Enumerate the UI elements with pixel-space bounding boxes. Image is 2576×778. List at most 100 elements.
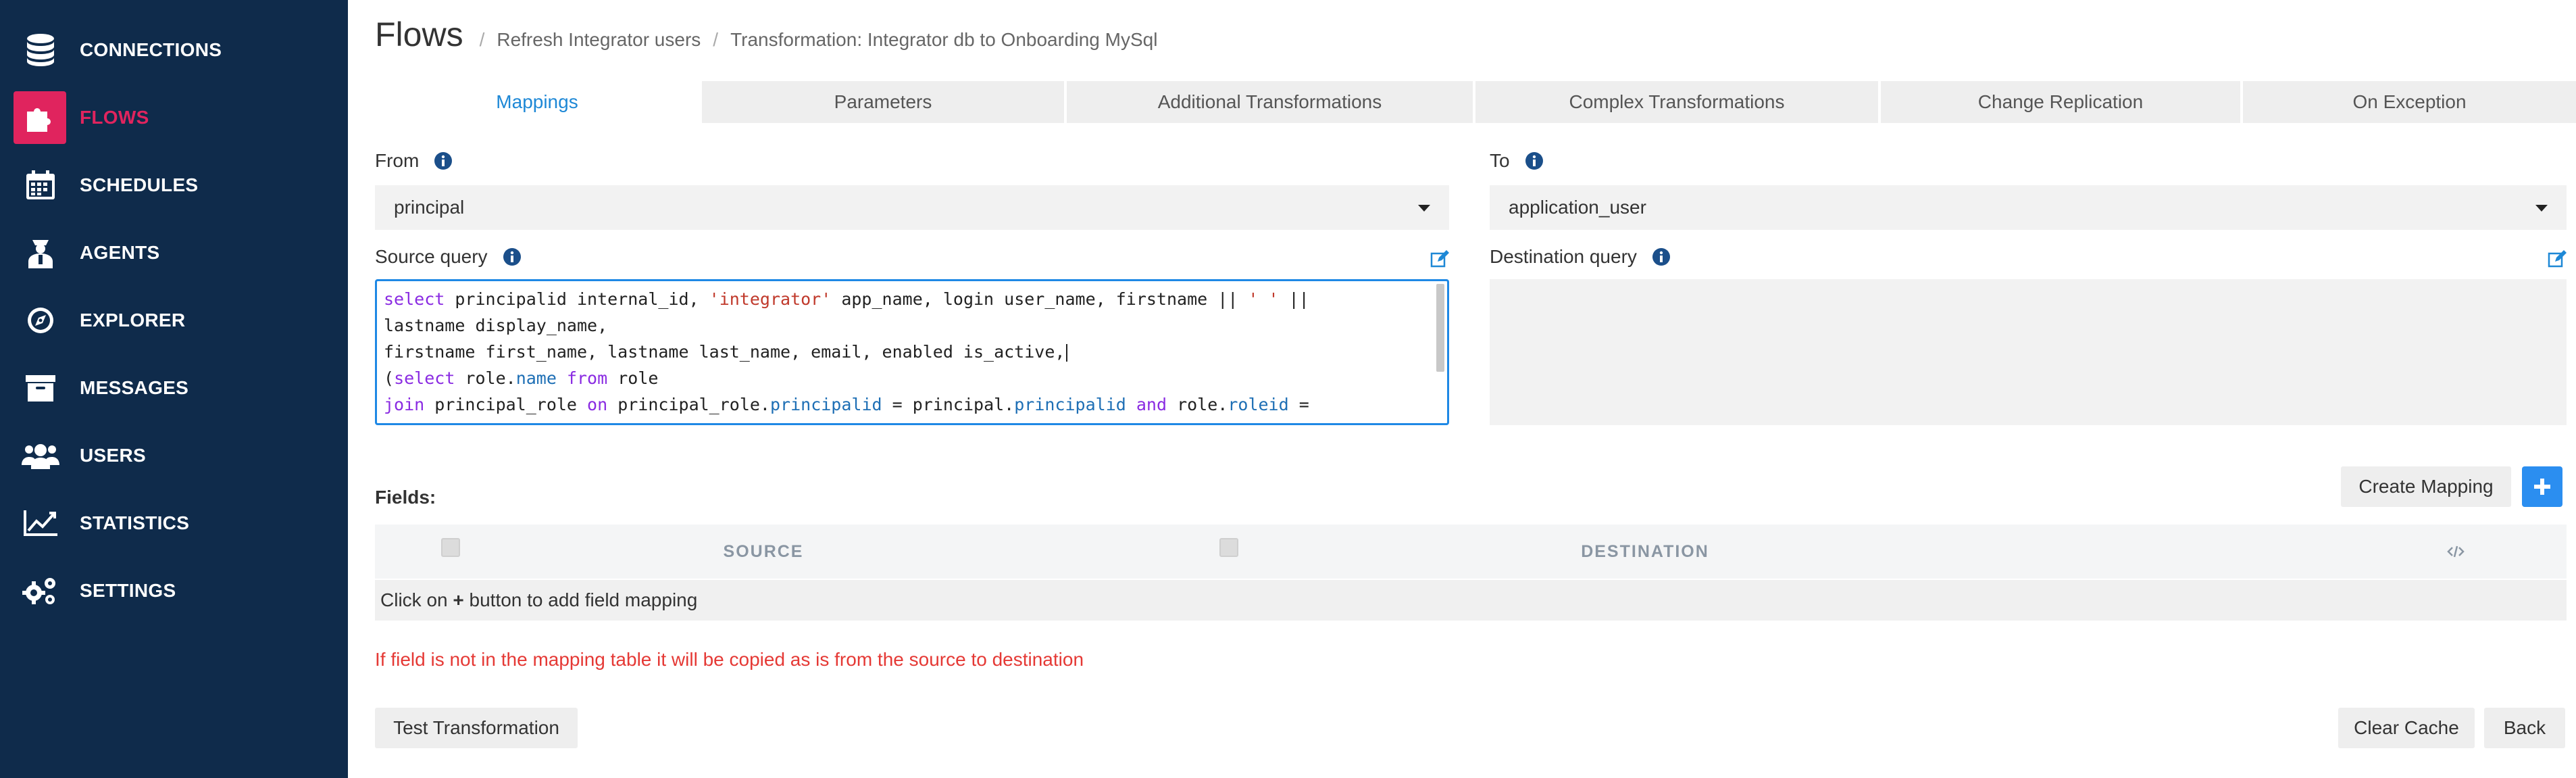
sidebar-item-label: MESSAGES xyxy=(80,377,189,398)
code-keyword: join xyxy=(384,395,425,414)
code-keyword: from xyxy=(556,368,608,388)
users-icon xyxy=(19,434,62,477)
sidebar-item-label: USERS xyxy=(80,445,146,466)
code-text: || xyxy=(1278,289,1309,309)
code-keyword: and xyxy=(1126,395,1167,414)
sidebar-item-settings[interactable]: SETTINGS xyxy=(0,564,348,618)
gears-icon xyxy=(19,569,62,612)
destination-query-label-text: Destination query xyxy=(1490,246,1637,267)
code-keyword: on xyxy=(587,395,608,414)
mapping-table-header: SOURCE DESTINATION xyxy=(375,525,2567,579)
info-icon[interactable] xyxy=(434,151,453,170)
code-text: app_name, login user_name, firstname || xyxy=(831,289,1248,309)
breadcrumb-separator: / xyxy=(479,29,485,50)
test-transformation-button[interactable]: Test Transformation xyxy=(375,708,578,748)
sidebar-item-users[interactable]: USERS xyxy=(0,429,348,483)
sidebar-item-label: STATISTICS xyxy=(80,512,190,533)
code-text: principal_role xyxy=(424,395,588,414)
back-button[interactable]: Back xyxy=(2484,708,2565,748)
sidebar-item-connections[interactable]: CONNECTIONS xyxy=(0,23,348,77)
tab-additional-transformations[interactable]: Additional Transformations xyxy=(1064,81,1473,123)
tab-change-replication[interactable]: Change Replication xyxy=(1878,81,2240,123)
code-text: principalid internal_id, xyxy=(445,289,709,309)
compass-icon xyxy=(19,299,62,342)
edit-icon[interactable] xyxy=(1430,250,1449,268)
empty-message-text: button to add field mapping xyxy=(463,589,698,610)
code-text: firstname first_name, lastname last_name… xyxy=(384,342,1065,362)
add-mapping-button[interactable] xyxy=(2522,466,2562,507)
code-text: role. xyxy=(1167,395,1228,414)
info-icon[interactable] xyxy=(1652,247,1671,266)
code-text: lastname display_name, xyxy=(384,316,608,335)
column-header-destination: DESTINATION xyxy=(1581,541,1709,561)
sidebar-item-flows[interactable]: FLOWS xyxy=(0,91,348,145)
from-select-value: principal xyxy=(394,197,465,218)
to-select[interactable]: application_user xyxy=(1490,185,2567,230)
edit-icon[interactable] xyxy=(2548,250,2567,268)
sidebar-item-label: EXPLORER xyxy=(80,310,186,331)
destination-query-editor[interactable] xyxy=(1490,279,2567,425)
source-query-editor[interactable]: select principalid internal_id, 'integra… xyxy=(375,279,1449,425)
main-content: Flows / Refresh Integrator users / Trans… xyxy=(348,0,2576,778)
tab-complex-transformations[interactable]: Complex Transformations xyxy=(1473,81,1878,123)
create-mapping-button[interactable]: Create Mapping xyxy=(2341,466,2511,507)
breadcrumb-transformation: Transformation: Integrator db to Onboard… xyxy=(730,29,1158,50)
sidebar-item-label: SETTINGS xyxy=(80,580,176,601)
text-cursor xyxy=(1066,344,1068,362)
sidebar-item-label: AGENTS xyxy=(80,242,160,263)
page-title: Flows xyxy=(375,16,463,53)
sidebar-item-label: FLOWS xyxy=(80,107,149,128)
agent-icon xyxy=(19,231,62,274)
empty-message-plus: + xyxy=(453,589,464,610)
info-icon[interactable] xyxy=(1525,151,1544,170)
to-label-text: To xyxy=(1490,150,1510,171)
empty-message-text: Click on xyxy=(380,589,453,610)
code-line: lastname display_name, xyxy=(384,316,607,335)
fields-label: Fields: xyxy=(375,487,436,508)
mapping-warning: If field is not in the mapping table it … xyxy=(375,649,1084,670)
info-icon[interactable] xyxy=(503,247,522,266)
code-text: principal_role. xyxy=(607,395,770,414)
editor-scrollbar[interactable] xyxy=(1436,284,1444,372)
tab-parameters[interactable]: Parameters xyxy=(699,81,1064,123)
code-line: firstname first_name, lastname last_name… xyxy=(384,342,1068,362)
sidebar: CONNECTIONS FLOWS SCHEDULES AGENTS EXPLO… xyxy=(0,0,348,778)
code-text: ( xyxy=(384,368,395,388)
database-icon xyxy=(19,28,62,72)
code-icon[interactable] xyxy=(2429,525,2483,579)
from-label: From xyxy=(375,150,453,172)
code-keyword: select xyxy=(384,289,445,309)
code-line: (select role.name from role xyxy=(384,368,658,388)
sidebar-item-schedules[interactable]: SCHEDULES xyxy=(0,158,348,212)
sidebar-item-messages[interactable]: MESSAGES xyxy=(0,361,348,415)
sidebar-item-explorer[interactable]: EXPLORER xyxy=(0,293,348,347)
to-label: To xyxy=(1490,150,1544,172)
column-header-source: SOURCE xyxy=(723,541,804,561)
mapping-table-empty-row: Click on + button to add field mapping xyxy=(375,580,2567,621)
code-string: ' ' xyxy=(1248,289,1279,309)
chevron-down-icon xyxy=(2535,205,2548,212)
calendar-icon xyxy=(19,164,62,207)
code-line: join principal_role on principal_role.pr… xyxy=(384,395,1309,414)
source-query-label-text: Source query xyxy=(375,246,488,267)
tab-on-exception[interactable]: On Exception xyxy=(2240,81,2576,123)
breadcrumb: Flows / Refresh Integrator users / Trans… xyxy=(375,15,1157,54)
code-property: roleid xyxy=(1228,395,1289,414)
sidebar-item-statistics[interactable]: STATISTICS xyxy=(0,496,348,550)
tab-mappings[interactable]: Mappings xyxy=(375,81,699,123)
archive-icon xyxy=(19,366,62,410)
code-property: principalid xyxy=(769,395,882,414)
clear-cache-button[interactable]: Clear Cache xyxy=(2338,708,2475,748)
tab-bar: Mappings Parameters Additional Transform… xyxy=(375,81,2576,123)
code-text: = principal. xyxy=(882,395,1015,414)
code-text: role xyxy=(607,368,659,388)
line-chart-icon xyxy=(19,502,62,545)
from-select[interactable]: principal xyxy=(375,185,1449,230)
sidebar-item-agents[interactable]: AGENTS xyxy=(0,226,348,280)
code-text: = xyxy=(1288,395,1309,414)
sidebar-item-label: CONNECTIONS xyxy=(80,39,222,60)
breadcrumb-flow[interactable]: Refresh Integrator users xyxy=(497,29,701,51)
empty-message: Click on + button to add field mapping xyxy=(380,589,697,611)
breadcrumb-separator: / xyxy=(713,29,719,50)
from-label-text: From xyxy=(375,150,420,171)
